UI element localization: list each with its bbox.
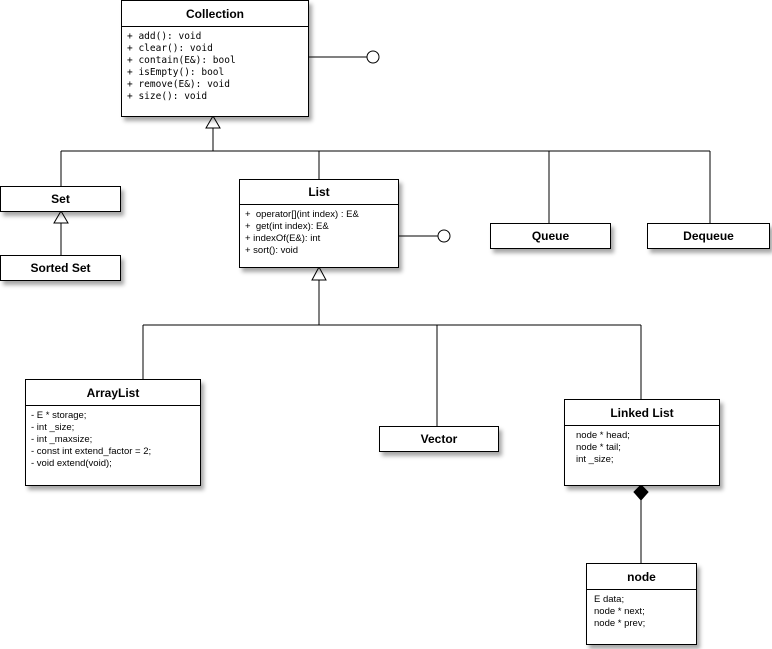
- class-name: Dequeue: [683, 229, 734, 243]
- class-members: - E * storage; - int _size; - int _maxsi…: [26, 406, 200, 474]
- member: node * next;: [594, 606, 645, 617]
- member: node * head;: [576, 430, 630, 441]
- inheritance-arrow-icon: [205, 115, 221, 129]
- class-linked-list[interactable]: Linked List node * head; node * tail; in…: [564, 399, 720, 486]
- member: - void extend(void);: [31, 458, 112, 469]
- member: + indexOf(E&): int: [245, 233, 321, 244]
- class-list[interactable]: List + operator[](int index) : E& + get(…: [239, 179, 399, 268]
- class-name: Linked List: [565, 400, 719, 426]
- member: + contain(E&): bool: [127, 55, 236, 66]
- member: + clear(): void: [127, 43, 213, 54]
- class-name: List: [240, 180, 398, 205]
- class-node[interactable]: node E data; node * next; node * prev;: [586, 563, 697, 645]
- class-set[interactable]: Set: [0, 186, 121, 212]
- member: + add(): void: [127, 31, 202, 42]
- class-name: Collection: [122, 1, 308, 27]
- class-members: E data; node * next; node * prev;: [587, 590, 696, 634]
- member: + get(int index): E&: [245, 221, 329, 232]
- inheritance-arrow-icon: [53, 210, 69, 224]
- member: - const int extend_factor = 2;: [31, 446, 152, 457]
- class-name: ArrayList: [26, 380, 200, 406]
- class-arraylist[interactable]: ArrayList - E * storage; - int _size; - …: [25, 379, 201, 486]
- member: + remove(E&): void: [127, 79, 230, 90]
- class-name: Sorted Set: [30, 261, 91, 275]
- member: node * prev;: [594, 618, 646, 629]
- member: node * tail;: [576, 442, 621, 453]
- member: + operator[](int index) : E&: [245, 209, 359, 220]
- member: - E * storage;: [31, 410, 87, 421]
- class-members: + operator[](int index) : E& + get(int i…: [240, 205, 398, 261]
- connectors: [53, 50, 711, 563]
- collection-interface-circle: [366, 50, 380, 64]
- composition-diamond-icon: [633, 484, 649, 501]
- member: + isEmpty(): bool: [127, 67, 225, 78]
- list-interface-circle: [437, 229, 451, 243]
- member: - int _maxsize;: [31, 434, 93, 445]
- member: - int _size;: [31, 422, 75, 433]
- class-name: Set: [51, 192, 70, 206]
- member: int _size;: [576, 454, 614, 465]
- class-vector[interactable]: Vector: [379, 426, 499, 452]
- class-sorted-set[interactable]: Sorted Set: [0, 255, 121, 281]
- member: + size(): void: [127, 91, 208, 102]
- class-name: Vector: [420, 432, 458, 446]
- class-members: + add(): void + clear(): void + contain(…: [122, 27, 308, 107]
- class-name: Queue: [531, 229, 570, 243]
- class-dequeue[interactable]: Dequeue: [647, 223, 770, 249]
- class-queue[interactable]: Queue: [490, 223, 611, 249]
- class-collection[interactable]: Collection + add(): void + clear(): void…: [121, 0, 309, 117]
- member: + sort(): void: [245, 245, 299, 256]
- class-members: node * head; node * tail; int _size;: [565, 426, 719, 470]
- member: E data;: [594, 594, 625, 605]
- inheritance-arrow-icon: [311, 265, 327, 281]
- class-name: node: [587, 564, 696, 590]
